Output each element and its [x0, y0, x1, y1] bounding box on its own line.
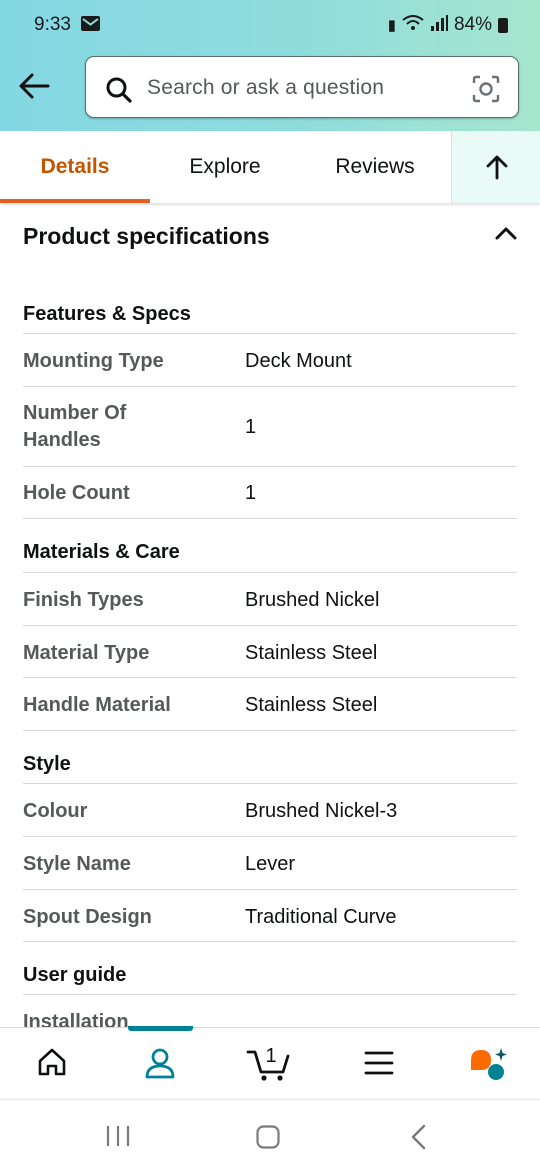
group-title: User guide — [23, 964, 127, 986]
status-right: ▮ 84% — [388, 14, 508, 36]
group-title: Materials & Care — [23, 541, 180, 563]
spec-key: Spout Design — [23, 906, 152, 928]
rufus-icon[interactable] — [468, 1046, 508, 1087]
group-title: Style — [23, 753, 71, 775]
spec-value: 1 — [245, 416, 257, 438]
search-input[interactable]: Search or ask a question — [147, 76, 384, 100]
tab-explore[interactable]: Explore — [150, 131, 300, 203]
sim-icon: ▮ — [387, 17, 396, 34]
collapse-chevron-up-icon[interactable] — [494, 225, 518, 246]
home-button-icon[interactable] — [255, 1124, 281, 1155]
tab-details[interactable]: Details — [0, 131, 150, 203]
scroll-to-top-button[interactable] — [451, 131, 540, 203]
spec-key: Hole Count — [23, 482, 130, 504]
spec-value: Brushed Nickel-3 — [245, 800, 398, 822]
mail-icon — [81, 16, 100, 31]
spec-key: Number Of Handles — [23, 402, 127, 451]
spec-key: Handle Material — [23, 694, 171, 716]
spec-row: Handle Material Stainless Steel — [23, 677, 517, 730]
home-icon[interactable] — [36, 1046, 68, 1083]
active-tab-indicator — [128, 1026, 193, 1031]
signal-icon — [430, 15, 448, 35]
spec-row: Installation — [23, 994, 517, 1027]
group-title: Features & Specs — [23, 303, 191, 325]
battery-icon — [498, 17, 508, 33]
menu-icon[interactable] — [364, 1050, 394, 1081]
spec-row: Colour Brushed Nickel-3 — [23, 783, 517, 836]
spec-value: Stainless Steel — [245, 694, 378, 716]
account-icon[interactable] — [143, 1046, 177, 1085]
camera-scan-icon[interactable] — [471, 74, 501, 109]
spec-key: Style Name — [23, 853, 131, 875]
arrow-up-icon — [486, 155, 507, 180]
recent-apps-icon[interactable] — [105, 1124, 131, 1153]
bottom-nav: 1 — [0, 1026, 540, 1100]
spec-value: Traditional Curve — [245, 906, 397, 928]
spec-value: Lever — [245, 853, 296, 875]
spec-row: Spout Design Traditional Curve — [23, 889, 517, 941]
spec-row: Style Name Lever — [23, 836, 517, 889]
section-title: Product specifications — [23, 223, 270, 249]
divider — [23, 730, 517, 731]
spec-key: Finish Types — [23, 589, 144, 611]
spec-row: Finish Types Brushed Nickel — [23, 572, 517, 625]
spec-value: Deck Mount — [245, 350, 352, 372]
divider — [23, 518, 517, 519]
spec-row: Mounting Type Deck Mount — [23, 333, 517, 386]
divider — [23, 941, 517, 942]
header: 9:33 ▮ 84% Search or ask a question — [0, 0, 540, 131]
spec-row: Hole Count 1 — [23, 466, 517, 518]
spec-key: Material Type — [23, 642, 150, 664]
search-bar[interactable]: Search or ask a question — [85, 56, 519, 118]
battery-percent: 84% — [453, 14, 492, 35]
back-arrow-icon[interactable] — [14, 68, 54, 104]
spec-value: Stainless Steel — [245, 642, 378, 664]
spec-row: Number Of Handles 1 — [23, 386, 517, 466]
status-time: 9:33 — [34, 14, 71, 35]
tab-reviews[interactable]: Reviews — [300, 131, 450, 203]
cart-icon[interactable]: 1 — [246, 1042, 292, 1087]
spec-key: Installation — [23, 1011, 129, 1027]
spec-key: Mounting Type — [23, 350, 164, 372]
spec-value: 1 — [245, 482, 257, 504]
search-icon — [105, 76, 133, 109]
cart-count: 1 — [265, 1045, 276, 1067]
product-specifications: Product specifications Features & Specs … — [0, 203, 540, 1027]
spec-value: Brushed Nickel — [245, 589, 380, 611]
wifi-icon — [402, 15, 424, 35]
spec-key: Colour — [23, 800, 88, 822]
tab-bar: Details Explore Reviews — [0, 131, 540, 203]
status-bar: 9:33 ▮ 84% — [0, 0, 540, 52]
system-nav-bar — [0, 1099, 540, 1171]
back-button-icon[interactable] — [408, 1124, 430, 1155]
spec-row: Material Type Stainless Steel — [23, 625, 517, 677]
